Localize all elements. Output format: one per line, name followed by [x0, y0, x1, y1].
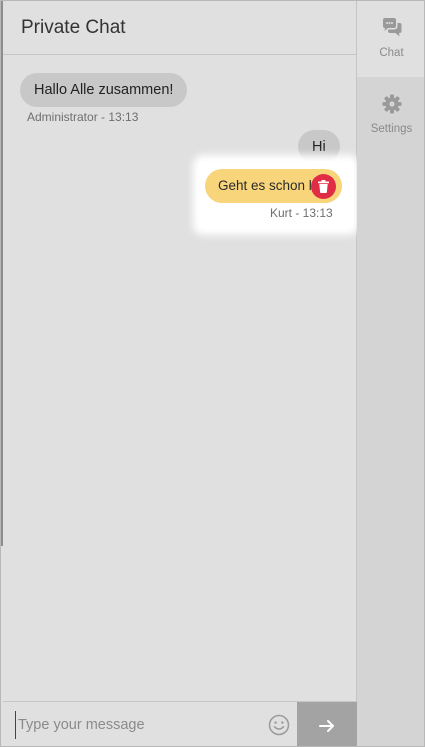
arrow-right-icon: [319, 719, 334, 732]
gear-icon: [381, 93, 403, 115]
delete-message-button[interactable]: [311, 174, 336, 199]
message-meta: Administrator - 13:13: [27, 110, 139, 124]
trash-icon: [318, 180, 329, 193]
chat-bubbles-icon: [381, 17, 403, 39]
tab-label: Chat: [379, 47, 404, 59]
message-input-bar: [3, 701, 357, 746]
message-text: Geht es schon lo: [218, 178, 320, 193]
send-button[interactable]: [297, 702, 357, 746]
message-bubble-incoming: Hallo Alle zusammen!: [20, 73, 188, 107]
tab-label: Settings: [370, 123, 413, 135]
message-input[interactable]: [15, 711, 268, 739]
message-text: Hi: [312, 139, 326, 155]
sidebar: Chat Settings: [357, 1, 424, 746]
tab-settings[interactable]: Settings: [357, 77, 424, 153]
message-bubble-outgoing: Hi: [298, 130, 340, 163]
chat-title: Private Chat: [21, 17, 126, 38]
smiley-icon: [268, 714, 290, 736]
message-text: Hallo Alle zusammen!: [34, 82, 174, 98]
message-meta: Kurt - 13:13: [270, 206, 333, 220]
chat-header: Private Chat: [3, 1, 357, 55]
emoji-button[interactable]: [268, 714, 290, 736]
app-frame: Private Chat Hallo Alle zusammen! Admini…: [0, 0, 425, 747]
chat-panel: Private Chat Hallo Alle zusammen! Admini…: [3, 1, 357, 746]
tab-chat[interactable]: Chat: [357, 1, 424, 77]
